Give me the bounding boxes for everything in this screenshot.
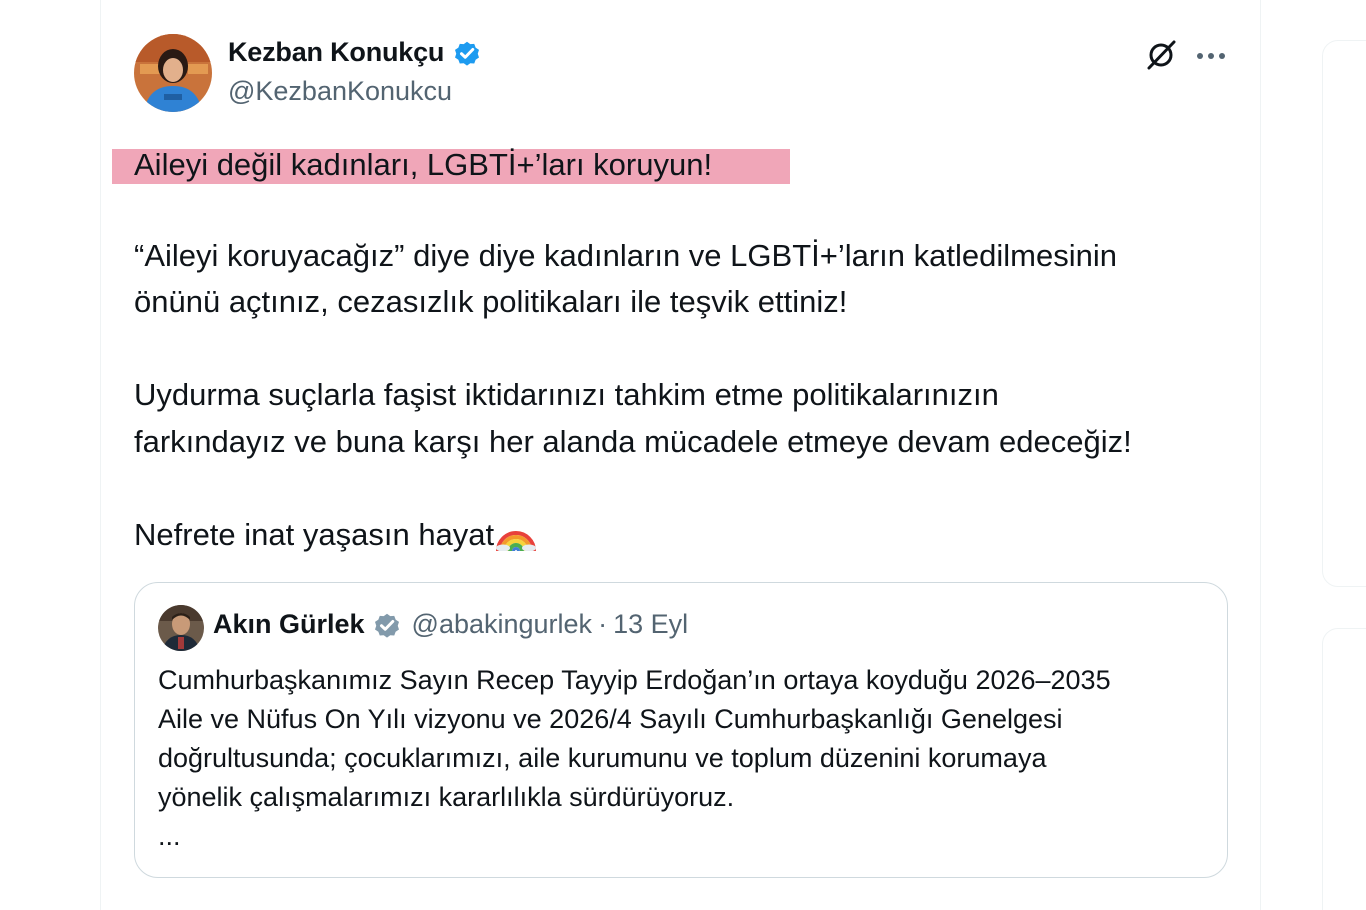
quoted-display-name[interactable]: Akın Gürlek — [213, 609, 365, 640]
page: Kezban Konukçu @KezbanKonukcu Aileyi değ… — [0, 0, 1366, 910]
tweet-line: Uydurma suçlarla faşist iktidarınızı tah… — [134, 377, 999, 412]
quoted-line: Aile ve Nüfus On Yılı vizyonu ve 2026/4 … — [158, 704, 1063, 734]
verified-badge-icon — [455, 41, 480, 66]
verified-badge-icon — [374, 613, 399, 638]
sidebar-card — [1322, 628, 1366, 910]
quoted-author-avatar[interactable] — [158, 605, 204, 651]
grok-icon[interactable] — [1144, 38, 1178, 72]
author-display-name[interactable]: Kezban Konukçu — [228, 37, 444, 68]
quoted-line: doğrultusunda; çocuklarımızı, aile kurum… — [158, 743, 1047, 773]
sidebar-card — [1322, 40, 1366, 587]
tweet-line: “Aileyi koruyacağız” diye diye kadınları… — [134, 238, 1117, 273]
quoted-tweet[interactable]: Akın Gürlek @abakingurlek · 13 Eyl Cumhu… — [134, 582, 1228, 878]
tweet-line: önünü açtınız, cezasızlık politikaları i… — [134, 284, 848, 319]
author-handle[interactable]: @KezbanKonukcu — [228, 76, 452, 107]
quoted-line: yönelik çalışmalarımızı kararlılıkla sür… — [158, 782, 735, 812]
rainbow-icon — [496, 531, 537, 552]
column-divider-right — [1260, 0, 1261, 910]
quoted-handle[interactable]: @abakingurlek — [412, 609, 593, 640]
quoted-header: Akın Gürlek @abakingurlek · 13 Eyl — [213, 609, 688, 640]
tweet-last-line: Nefrete inat yaşasın hayat — [134, 512, 537, 558]
separator-dot: · — [598, 609, 608, 639]
column-divider-left — [100, 0, 101, 910]
quoted-truncation: ... — [158, 821, 181, 851]
more-options-icon[interactable] — [1194, 42, 1228, 70]
tweet-line-text: Nefrete inat yaşasın hayat — [134, 517, 495, 552]
quoted-date[interactable]: 13 Eyl — [613, 609, 688, 640]
tweet-highlighted-line: Aileyi değil kadınları, LGBTİ+’ları koru… — [134, 147, 713, 182]
author-name-row: Kezban Konukçu — [228, 37, 482, 68]
tweet-header: Kezban Konukçu @KezbanKonukcu — [134, 30, 1234, 120]
author-avatar[interactable] — [134, 34, 212, 112]
tweet-line: farkındayız ve buna karşı her alanda müc… — [134, 424, 1132, 459]
tweet[interactable]: Kezban Konukçu @KezbanKonukcu Aileyi değ… — [112, 30, 1234, 878]
quoted-line: Cumhurbaşkanımız Sayın Recep Tayyip Erdo… — [158, 665, 1111, 695]
